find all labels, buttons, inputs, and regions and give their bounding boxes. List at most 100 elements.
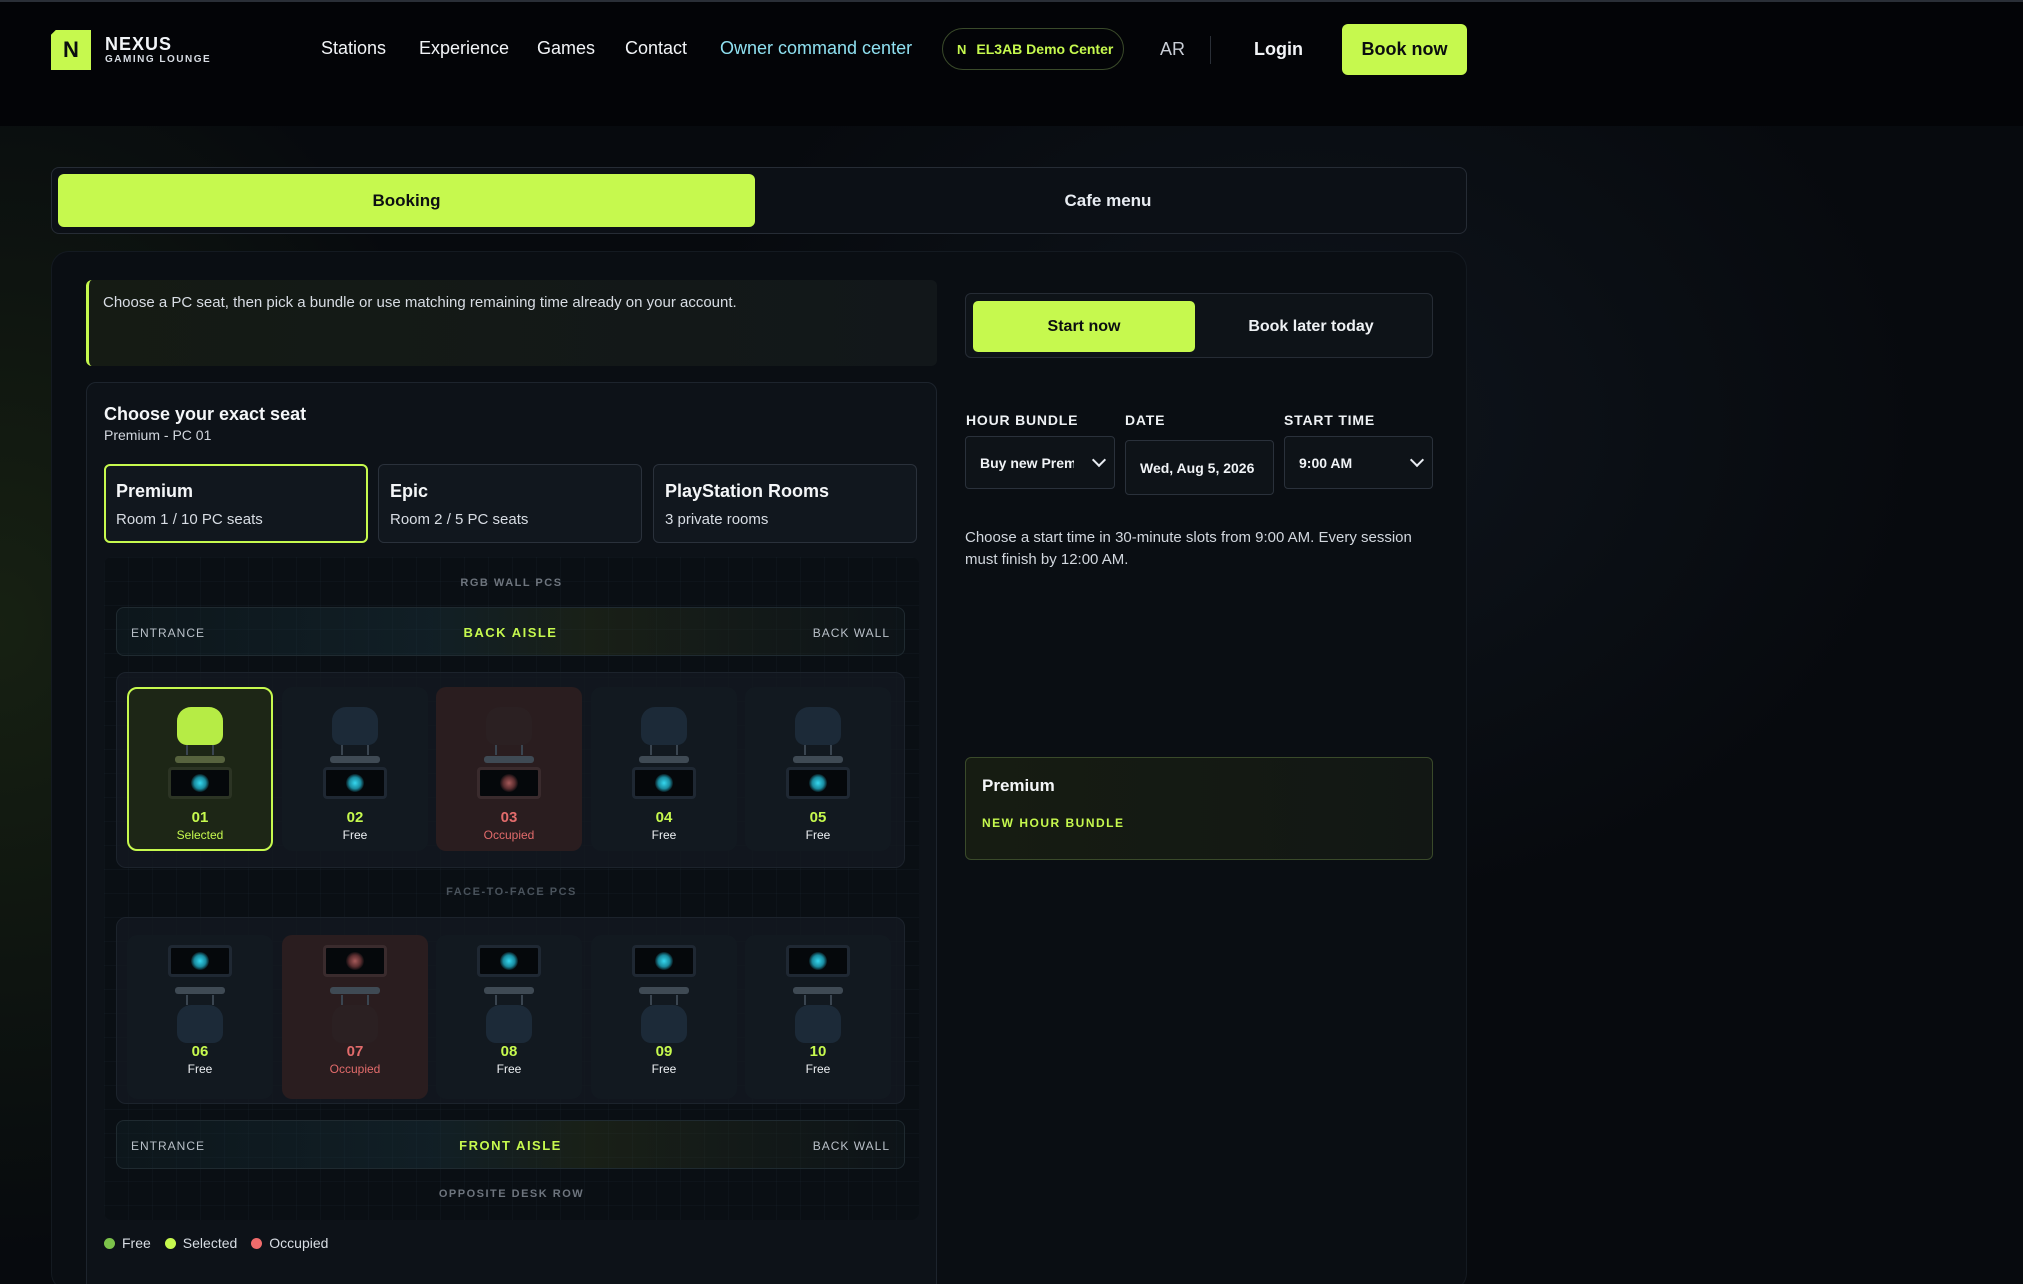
nav-divider — [1210, 36, 1211, 64]
desk-bar — [175, 987, 225, 994]
chair-stem — [495, 995, 523, 1005]
chevron-down-icon — [1409, 452, 1425, 468]
date-field[interactable]: Wed, Aug 5, 2026 — [1125, 440, 1274, 495]
seat-pc-03: 03 Occupied — [436, 687, 582, 851]
nav-contact[interactable]: Contact — [625, 38, 687, 59]
seat-number: 08 — [500, 1043, 518, 1060]
room-premium[interactable]: Premium Room 1 / 10 PC seats — [104, 464, 368, 543]
login-link[interactable]: Login — [1254, 39, 1303, 60]
nav-stations[interactable]: Stations — [321, 38, 386, 59]
tab-booking[interactable]: Booking — [58, 174, 755, 227]
seat-number: 04 — [655, 809, 673, 826]
chair-icon — [486, 1005, 532, 1043]
booking-summary: Premium NEW HOUR BUNDLE — [965, 757, 1433, 860]
seat-pc-02[interactable]: 02 Free — [282, 687, 428, 851]
monitor-icon — [477, 945, 541, 977]
front-aisle: ENTRANCE FRONT AISLE BACK WALL — [116, 1120, 905, 1169]
seat-number: 09 — [655, 1043, 673, 1060]
start-time-select[interactable]: 9:00 AM — [1284, 436, 1433, 489]
desk-bar — [793, 756, 843, 763]
chair-stem — [341, 745, 369, 755]
seat-number: 06 — [191, 1043, 209, 1060]
room-name: Epic — [390, 481, 429, 501]
monitor-icon — [168, 767, 232, 799]
chevron-down-icon — [1091, 452, 1107, 468]
summary-title: Premium — [982, 776, 1055, 795]
chair-icon — [795, 707, 841, 745]
monitor-icon — [786, 767, 850, 799]
desk-bar — [330, 756, 380, 763]
room-name: Premium — [116, 481, 194, 501]
demo-center-pill[interactable]: N EL3AB Demo Center — [942, 28, 1124, 70]
book-later-button[interactable]: Book later today — [1195, 301, 1427, 352]
book-now-button[interactable]: Book now — [1342, 24, 1467, 75]
map-label-rgb-wall: RGB WALL PCS — [460, 577, 563, 589]
seat-pc-01[interactable]: 01 Selected — [127, 687, 273, 851]
seat-status: Free — [342, 828, 368, 842]
seat-status: Selected — [176, 828, 224, 842]
monitor-icon — [477, 767, 541, 799]
map-label-opposite-desk-row: OPPOSITE DESK ROW — [438, 1188, 585, 1200]
seat-pc-09[interactable]: 09 Free — [591, 935, 737, 1099]
chair-icon — [332, 707, 378, 745]
monitor-icon — [632, 767, 696, 799]
desk-bar — [484, 987, 534, 994]
desk-bar — [793, 987, 843, 994]
seat-status: Free — [805, 1062, 831, 1076]
legend-selected: Selected — [164, 1235, 237, 1251]
chair-icon — [641, 707, 687, 745]
demo-center-icon: N — [957, 41, 967, 57]
chair-stem — [650, 995, 678, 1005]
room-playstation[interactable]: PlayStation Rooms 3 private rooms — [653, 464, 917, 543]
date-value: Wed, Aug 5, 2026 — [1140, 459, 1255, 476]
seat-number: 03 — [500, 809, 518, 826]
tab-cafe-menu[interactable]: Cafe menu — [755, 174, 1461, 227]
seat-status: Free — [651, 828, 677, 842]
nav-owner-command-center[interactable]: Owner command center — [720, 38, 912, 59]
chair-stem — [804, 745, 832, 755]
seat-number: 10 — [809, 1043, 827, 1060]
chair-stem — [186, 995, 214, 1005]
legend-occupied: Occupied — [251, 1235, 328, 1251]
language-toggle[interactable]: AR — [1160, 39, 1185, 60]
seat-number: 02 — [346, 809, 364, 826]
room-detail: Room 2 / 5 PC seats — [390, 511, 529, 528]
legend-dot-icon — [104, 1237, 115, 1249]
nav-games[interactable]: Games — [537, 38, 595, 59]
chair-stem — [804, 995, 832, 1005]
monitor-icon — [323, 945, 387, 977]
room-detail: Room 1 / 10 PC seats — [116, 511, 263, 528]
chair-icon — [795, 1005, 841, 1043]
seat-pc-05[interactable]: 05 Free — [745, 687, 891, 851]
booking-mode-toggle: Start now Book later today — [965, 293, 1433, 358]
section-tabs: Booking Cafe menu — [51, 167, 1467, 234]
logo[interactable]: N NEXUS GAMING LOUNGE — [51, 30, 211, 70]
seat-pc-08[interactable]: 08 Free — [436, 935, 582, 1099]
aisle-back-wall-label: BACK WALL — [812, 1139, 890, 1153]
seat-pc-06[interactable]: 06 Free — [127, 935, 273, 1099]
start-time-label: START TIME — [1284, 412, 1375, 428]
seat-number: 07 — [346, 1043, 364, 1060]
seat-pc-10[interactable]: 10 Free — [745, 935, 891, 1099]
seat-number: 01 — [191, 809, 209, 826]
room-name: PlayStation Rooms — [665, 481, 830, 501]
start-now-button[interactable]: Start now — [973, 301, 1195, 352]
monitor-icon — [632, 945, 696, 977]
hour-bundle-select[interactable]: Buy new Premium — [965, 436, 1115, 489]
seat-status: Occupied — [483, 828, 535, 842]
chair-stem — [650, 745, 678, 755]
brand-tagline: GAMING LOUNGE — [105, 54, 212, 65]
desk-bar — [484, 756, 534, 763]
seat-pc-04[interactable]: 04 Free — [591, 687, 737, 851]
legend-dot-icon — [164, 1237, 176, 1249]
legend-dot-icon — [251, 1237, 263, 1249]
seat-status: Occupied — [329, 1062, 381, 1076]
monitor-icon — [323, 767, 387, 799]
monitor-icon — [786, 945, 850, 977]
seat-picker-subtitle: Premium - PC 01 — [104, 427, 212, 443]
room-epic[interactable]: Epic Room 2 / 5 PC seats — [378, 464, 642, 543]
nav-experience[interactable]: Experience — [419, 38, 509, 59]
legend-free: Free — [104, 1235, 151, 1251]
seat-status: Free — [651, 1062, 677, 1076]
desk-bar — [639, 987, 689, 994]
